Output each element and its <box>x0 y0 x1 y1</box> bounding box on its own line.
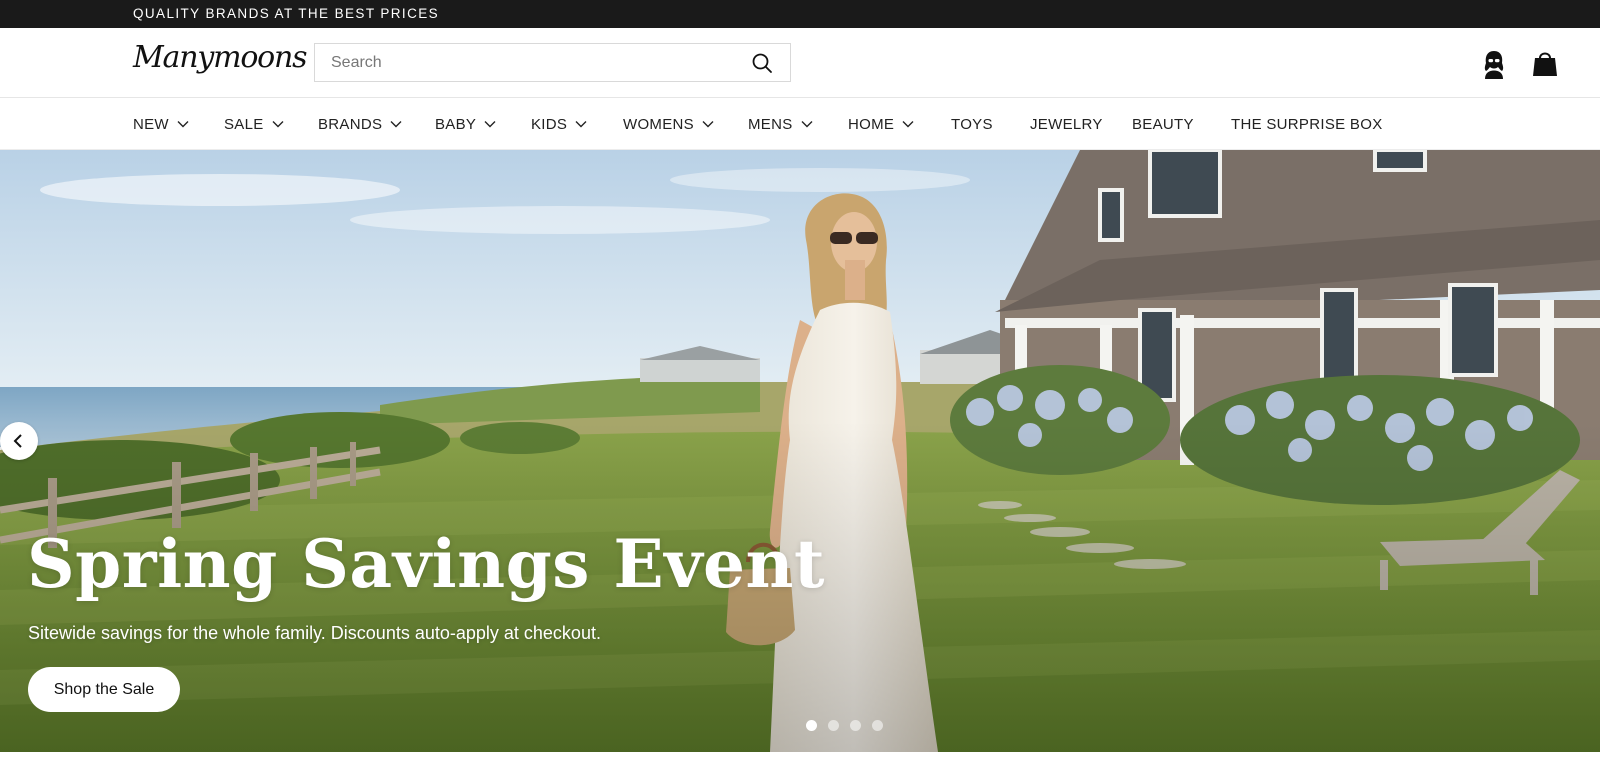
nav-item-label: NEW <box>133 115 169 133</box>
nav-item-label: KIDS <box>531 115 568 133</box>
nav-item-label: BABY <box>435 115 477 133</box>
nav-item-sale[interactable]: SALE <box>224 114 284 134</box>
nav-item-label: MENS <box>748 115 793 133</box>
nav-item-womens[interactable]: WOMENS <box>623 114 714 134</box>
slide-dot-4[interactable] <box>872 720 883 731</box>
site-header: Manymoons <box>0 28 1600 98</box>
chevron-down-icon <box>390 121 402 128</box>
nav-item-label: WOMENS <box>623 115 694 133</box>
nav-item-label: THE SURPRISE BOX <box>1231 115 1383 133</box>
nav-item-surprise-box[interactable]: THE SURPRISE BOX <box>1231 114 1383 134</box>
nav-item-brands[interactable]: BRANDS <box>318 114 402 134</box>
slide-dot-2[interactable] <box>828 720 839 731</box>
nav-item-jewelry[interactable]: JEWELRY <box>1030 114 1103 134</box>
search-icon[interactable] <box>751 52 773 74</box>
nav-item-label: BRANDS <box>318 115 383 133</box>
announcement-bar: QUALITY BRANDS AT THE BEST PRICES <box>0 0 1600 28</box>
chevron-down-icon <box>575 121 587 128</box>
chevron-down-icon <box>484 121 496 128</box>
previous-slide-button[interactable] <box>0 422 38 460</box>
nav-item-label: SALE <box>224 115 264 133</box>
nav-item-label: TOYS <box>951 115 993 133</box>
chevron-down-icon <box>801 121 813 128</box>
nav-item-mens[interactable]: MENS <box>748 114 813 134</box>
site-logo[interactable]: Manymoons <box>133 40 308 75</box>
nav-item-label: JEWELRY <box>1030 115 1103 133</box>
chevron-down-icon <box>902 121 914 128</box>
hero-banner: Spring Savings Event Sitewide savings fo… <box>0 150 1600 752</box>
slide-indicators <box>806 720 896 732</box>
chevron-down-icon <box>272 121 284 128</box>
chevron-down-icon <box>177 121 189 128</box>
shopping-bag-icon[interactable] <box>1530 48 1560 78</box>
slide-dot-3[interactable] <box>850 720 861 731</box>
shop-the-sale-button[interactable]: Shop the Sale <box>28 667 180 712</box>
nav-item-label: BEAUTY <box>1132 115 1194 133</box>
nav-item-home[interactable]: HOME <box>848 114 914 134</box>
nav-item-beauty[interactable]: BEAUTY <box>1132 114 1194 134</box>
nav-item-baby[interactable]: BABY <box>435 114 496 134</box>
nav-item-label: HOME <box>848 115 895 133</box>
chevron-left-icon <box>13 434 22 448</box>
search-input[interactable] <box>315 44 735 81</box>
slide-dot-1[interactable] <box>806 720 817 731</box>
hero-image <box>0 150 1600 752</box>
account-icon[interactable] <box>1479 48 1509 80</box>
chevron-down-icon <box>702 121 714 128</box>
hero-subtitle: Sitewide savings for the whole family. D… <box>28 623 601 643</box>
announcement-text: QUALITY BRANDS AT THE BEST PRICES <box>133 6 440 21</box>
nav-item-kids[interactable]: KIDS <box>531 114 587 134</box>
nav-item-toys[interactable]: TOYS <box>951 114 993 134</box>
main-nav: NEW SALE BRANDS BABY KIDS WOMENS MENS HO… <box>0 98 1600 150</box>
search-box <box>314 43 791 82</box>
nav-item-new[interactable]: NEW <box>133 114 189 134</box>
hero-title: Spring Savings Event <box>27 525 826 603</box>
